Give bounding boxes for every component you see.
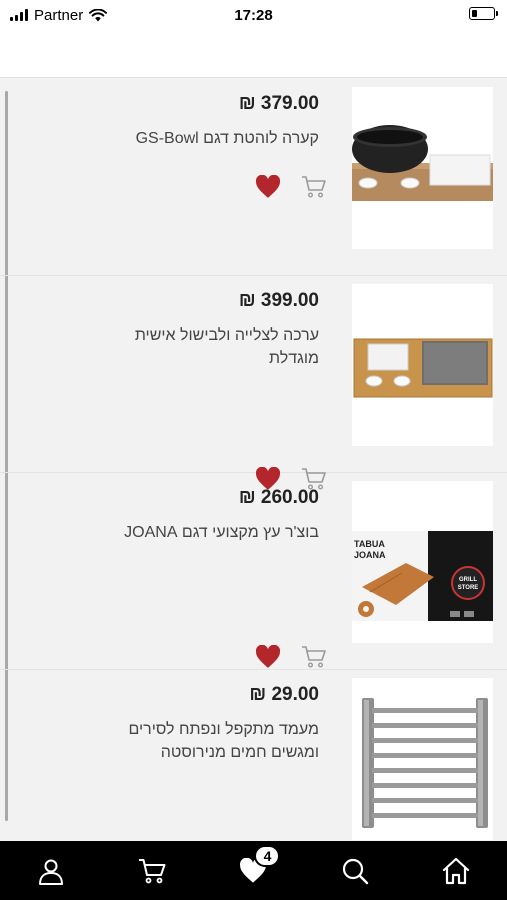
tab-home[interactable]	[436, 851, 476, 891]
user-icon	[38, 859, 63, 885]
tab-search[interactable]	[335, 851, 375, 891]
bottom-tab-bar: 4	[0, 841, 507, 900]
product-title[interactable]: ערכה לצלייה ולבישול אישית מוגדלת	[109, 324, 319, 370]
status-bar: Partner 17:28	[0, 0, 507, 30]
cart-icon	[139, 858, 166, 883]
tab-wishlist[interactable]: 4	[233, 844, 281, 891]
product-list[interactable]: ₪ 379.00 קערה לוהטת דגם GS-Bowl ₪ 399.00…	[0, 79, 507, 841]
product-image-tray[interactable]	[352, 284, 493, 446]
product-price: ₪ 399.00	[238, 290, 319, 311]
product-item[interactable]: ₪ 399.00 ערכה לצלייה ולבישול אישית מוגדל…	[0, 276, 507, 490]
product-title[interactable]: מעמד מתקפל ונפתח לסירים ומגשים חמים מניר…	[109, 718, 319, 764]
wishlist-count-badge: 4	[254, 844, 281, 867]
product-price: ₪ 379.00	[238, 93, 319, 114]
product-title[interactable]: בוצ'ר עץ מקצועי דגם JOANA	[109, 521, 319, 544]
product-title[interactable]: קערה לוהטת דגם GS-Bowl	[109, 127, 319, 150]
product-item[interactable]: ₪ 379.00 קערה לוהטת דגם GS-Bowl	[0, 79, 507, 276]
product-price: ₪ 29.00	[249, 684, 319, 705]
product-image-trivet[interactable]	[352, 678, 493, 840]
product-image-bowl[interactable]	[352, 87, 493, 249]
tab-account[interactable]	[31, 851, 71, 891]
tab-cart[interactable]	[132, 851, 172, 891]
logo-text: STORE	[458, 585, 479, 591]
logo-text: GRILL	[459, 577, 477, 583]
heart-icon[interactable]	[255, 175, 281, 199]
header-area	[0, 30, 507, 78]
product-item[interactable]: TABUA JOANA GRILL STORE ₪ 260.00 בוצ'ר ע…	[0, 473, 507, 670]
wifi-icon	[89, 8, 108, 21]
home-icon	[443, 857, 470, 884]
search-icon	[342, 858, 369, 884]
brand-text: TABUA	[354, 539, 385, 549]
carrier-name: Partner	[34, 6, 84, 24]
brand-text: JOANA	[354, 550, 386, 560]
signal-icon	[10, 9, 28, 21]
battery-icon	[469, 7, 498, 20]
heart-icon[interactable]	[255, 645, 281, 669]
product-item[interactable]: ₪ 29.00 מעמד מתקפל ונפתח לסירים ומגשים ח…	[0, 670, 507, 841]
add-to-cart-icon[interactable]	[301, 175, 327, 199]
product-price: ₪ 260.00	[238, 487, 319, 508]
add-to-cart-icon[interactable]	[301, 645, 327, 669]
product-image-cutting-board[interactable]: TABUA JOANA GRILL STORE	[352, 481, 493, 643]
